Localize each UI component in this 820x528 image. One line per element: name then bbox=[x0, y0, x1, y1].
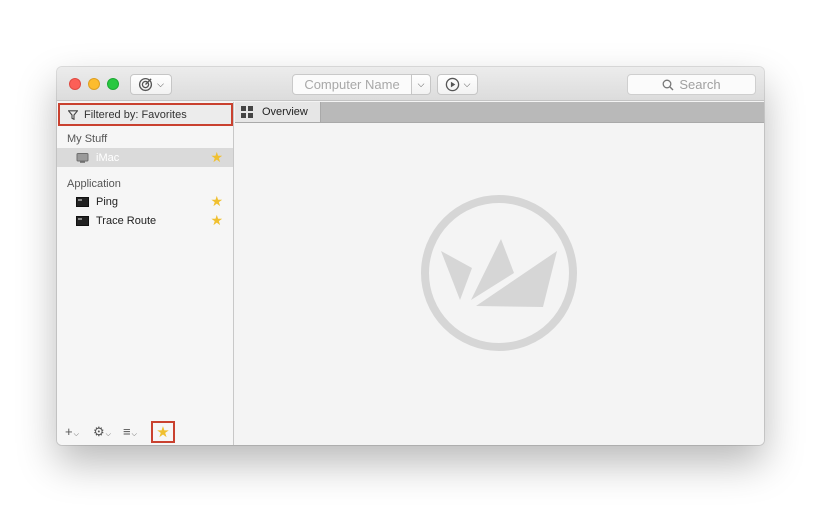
tab-label: Overview bbox=[262, 106, 308, 118]
sidebar-toolbar: +⌵ ⚙⌵ ≡⌵ ★ bbox=[57, 419, 233, 445]
zoom-button[interactable] bbox=[107, 78, 119, 90]
tab-bar: Overview bbox=[235, 102, 764, 123]
sidebar: Filtered by: Favorites My Stuff iMac ★ A… bbox=[57, 102, 234, 445]
terminal-icon bbox=[76, 196, 89, 207]
overview-content bbox=[235, 124, 764, 445]
view-options-button[interactable]: ≡⌵ bbox=[123, 424, 137, 439]
app-logo bbox=[421, 195, 577, 351]
tab-overview[interactable]: Overview bbox=[235, 102, 321, 122]
play-icon bbox=[445, 77, 459, 92]
favorites-filter-button[interactable]: ★ bbox=[151, 421, 175, 443]
chevron-down-icon: ⌵ bbox=[463, 79, 471, 89]
filter-icon bbox=[68, 109, 78, 120]
favorite-star-icon[interactable]: ★ bbox=[210, 193, 223, 210]
section-header-my-stuff: My Stuff bbox=[67, 133, 108, 145]
list-icon: ≡ bbox=[123, 424, 131, 439]
favorite-star-icon[interactable]: ★ bbox=[210, 149, 223, 166]
action-menu-button[interactable]: ⚙⌵ bbox=[93, 424, 111, 440]
favorite-star-icon[interactable]: ★ bbox=[210, 212, 223, 229]
filter-bar[interactable]: Filtered by: Favorites bbox=[58, 103, 233, 126]
chevron-down-icon: ⌵ bbox=[417, 79, 425, 89]
sidebar-item-label: iMac bbox=[96, 151, 120, 164]
app-window: ⌵ Computer Name ⌵ ⌵ Search Filtered by: … bbox=[57, 67, 764, 445]
computer-name-dropdown[interactable]: ⌵ bbox=[411, 74, 431, 95]
sidebar-item-ping[interactable]: Ping ★ bbox=[57, 192, 233, 211]
star-icon: ★ bbox=[156, 424, 170, 441]
target-icon bbox=[139, 77, 153, 92]
sidebar-item-trace-route[interactable]: Trace Route ★ bbox=[57, 211, 233, 230]
computer-name-placeholder: Computer Name bbox=[304, 77, 400, 92]
chevron-down-icon: ⌵ bbox=[131, 431, 137, 438]
title-bar: ⌵ Computer Name ⌵ ⌵ Search bbox=[57, 67, 764, 101]
terminal-icon bbox=[76, 215, 89, 226]
gear-icon: ⚙ bbox=[93, 424, 105, 439]
computer-icon bbox=[76, 152, 89, 163]
computer-name-field[interactable]: Computer Name bbox=[292, 74, 412, 95]
section-header-application: Application bbox=[67, 178, 121, 190]
sidebar-item-label: Trace Route bbox=[96, 214, 157, 227]
chevron-down-icon: ⌵ bbox=[73, 431, 79, 438]
add-button[interactable]: +⌵ bbox=[65, 424, 79, 439]
run-menu-button[interactable]: ⌵ bbox=[437, 74, 478, 95]
close-button[interactable] bbox=[69, 78, 81, 90]
plus-icon: + bbox=[65, 424, 73, 439]
search-icon bbox=[662, 79, 674, 90]
search-placeholder: Search bbox=[679, 77, 721, 92]
grid-icon bbox=[241, 106, 253, 118]
filter-label: Filtered by: Favorites bbox=[84, 108, 187, 121]
chevron-down-icon: ⌵ bbox=[105, 431, 111, 438]
minimize-button[interactable] bbox=[88, 78, 100, 90]
scan-menu-button[interactable]: ⌵ bbox=[130, 74, 172, 95]
sidebar-item-imac[interactable]: iMac ★ bbox=[57, 148, 233, 167]
sidebar-item-label: Ping bbox=[96, 195, 119, 208]
search-input[interactable]: Search bbox=[627, 74, 756, 95]
chevron-down-icon: ⌵ bbox=[157, 79, 164, 89]
